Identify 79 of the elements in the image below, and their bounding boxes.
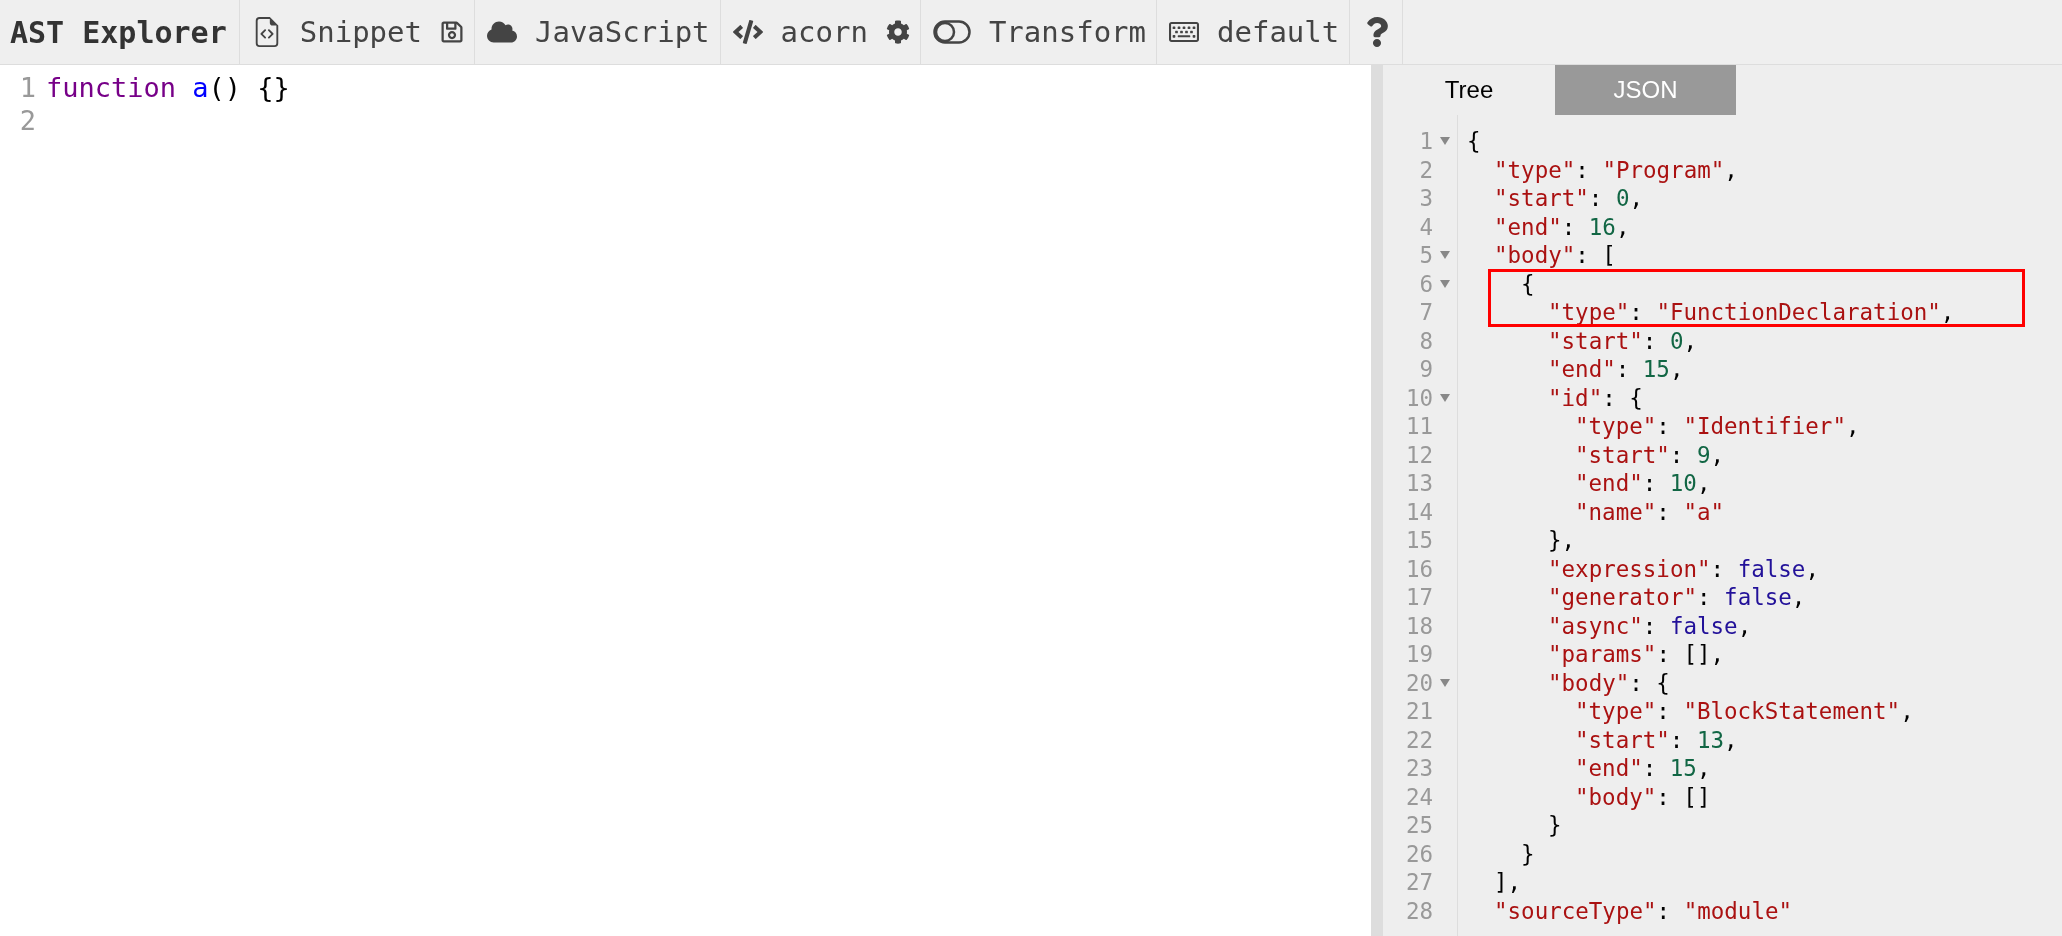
- code-line: "start": 0,: [1493, 184, 1643, 213]
- line-number: 19: [1404, 640, 1433, 669]
- line-number: 11: [1404, 412, 1433, 441]
- code-line: "body": {: [1547, 668, 1670, 697]
- line-number: 6: [1418, 269, 1433, 298]
- line-number: 2: [1418, 155, 1433, 184]
- code-line: "type": "Program",: [1493, 155, 1738, 184]
- code-line: "start": 0,: [1547, 326, 1697, 355]
- toolbar-button[interactable]: JavaScript: [474, 0, 721, 64]
- fold-icon[interactable]: [1439, 677, 1451, 688]
- line-number: 15: [1404, 526, 1433, 555]
- line-number: 22: [1404, 725, 1433, 754]
- line-number: 13: [1404, 469, 1433, 498]
- code-line: "end": 16,: [1493, 212, 1630, 241]
- line-number: 8: [1418, 326, 1433, 355]
- line-number: 12: [1404, 440, 1433, 469]
- code-line: {: [1467, 127, 1481, 156]
- code-line: "generator": false,: [1547, 583, 1806, 612]
- toolbar-label: default: [1217, 15, 1340, 49]
- code-line: "id": {: [1547, 383, 1643, 412]
- line-number: 4: [1418, 212, 1433, 241]
- code-icon: [732, 17, 763, 47]
- toolbar-button[interactable]: Snippet: [239, 0, 475, 64]
- toolbar-label: acorn: [780, 15, 868, 49]
- code-line: },: [1547, 526, 1576, 555]
- code-line: "body": [: [1493, 241, 1616, 270]
- line-number: 17: [1404, 583, 1433, 612]
- save-icon[interactable]: [439, 20, 464, 44]
- code-line: "start": 13,: [1574, 725, 1738, 754]
- code-line: "type": "Identifier",: [1574, 412, 1860, 441]
- line-number: 16: [1404, 554, 1433, 583]
- code-line: "end": 15,: [1547, 355, 1684, 384]
- toolbar-label: Snippet: [299, 15, 422, 49]
- gear-icon[interactable]: [885, 20, 910, 44]
- line-number: 26: [1404, 839, 1433, 868]
- line-number: 7: [1418, 298, 1433, 327]
- fold-icon[interactable]: [1439, 250, 1451, 261]
- line-number: 2: [18, 104, 37, 137]
- tab[interactable]: Tree: [1383, 65, 1555, 115]
- code-line: "start": 9,: [1574, 440, 1724, 469]
- code-line: }: [1547, 811, 1562, 840]
- line-number: 1: [1418, 127, 1433, 156]
- line-number: 18: [1404, 611, 1433, 640]
- code-line: function a() {}: [46, 71, 290, 104]
- code-line: "body": []: [1574, 782, 1711, 811]
- code-line: ],: [1493, 868, 1522, 897]
- code-line: "expression": false,: [1547, 554, 1819, 583]
- code-line: "type": "BlockStatement",: [1574, 697, 1914, 726]
- fold-icon[interactable]: [1439, 136, 1451, 147]
- line-number: 3: [1418, 184, 1433, 213]
- toolbar-button[interactable]: default: [1157, 0, 1351, 64]
- code-line: "name": "a": [1574, 497, 1724, 526]
- code-line: "type": "FunctionDeclaration",: [1547, 298, 1955, 327]
- toolbar-button[interactable]: Transform: [920, 0, 1158, 64]
- toolbar-label: JavaScript: [534, 15, 710, 49]
- line-number: 10: [1404, 383, 1433, 412]
- line-number: 20: [1404, 668, 1433, 697]
- line-number: 25: [1404, 811, 1433, 840]
- line-number: 9: [1418, 355, 1433, 384]
- code-line: {: [1520, 269, 1535, 298]
- code-line: "sourceType": "module": [1493, 896, 1793, 925]
- fold-icon[interactable]: [1439, 278, 1451, 289]
- toolbar-label: Transform: [988, 15, 1147, 49]
- line-number: 14: [1404, 497, 1433, 526]
- line-number: 1: [18, 71, 37, 104]
- line-number: 5: [1418, 241, 1433, 270]
- toolbar-button[interactable]: acorn: [720, 0, 921, 64]
- code-line: "async": false,: [1547, 611, 1752, 640]
- line-number: 28: [1404, 896, 1433, 925]
- code-line: "params": [],: [1547, 640, 1725, 669]
- fold-icon[interactable]: [1439, 392, 1451, 403]
- code-line: }: [1520, 839, 1535, 868]
- app-title: AST Explorer: [0, 0, 240, 64]
- line-number: 24: [1404, 782, 1433, 811]
- code-line: "end": 15,: [1574, 754, 1711, 783]
- line-number: 21: [1404, 697, 1433, 726]
- line-number: 27: [1404, 868, 1433, 897]
- line-number: 23: [1404, 754, 1433, 783]
- code-line: "end": 10,: [1574, 469, 1711, 498]
